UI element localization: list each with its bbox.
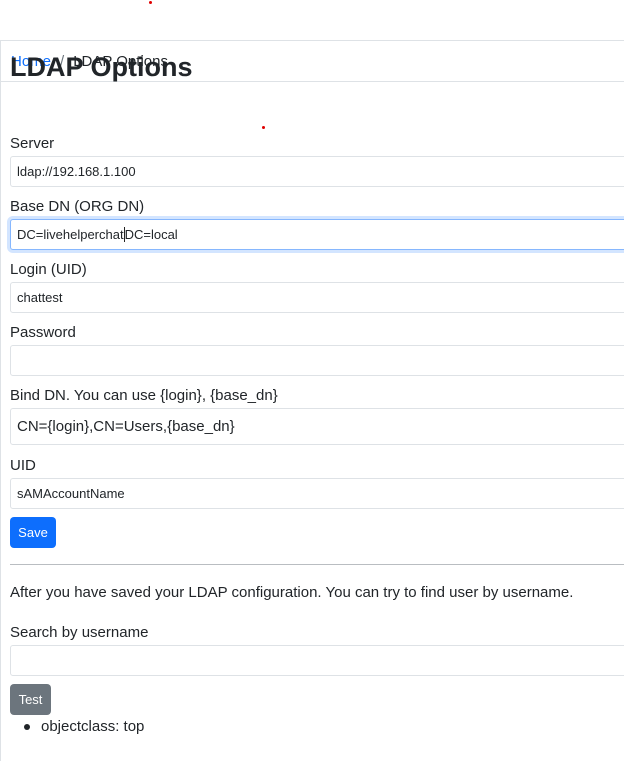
server-label: Server — [10, 135, 55, 152]
search-input[interactable] — [10, 645, 624, 676]
login-input[interactable]: chattest — [10, 282, 624, 313]
bullet-icon — [24, 724, 30, 730]
page-title: LDAP Options — [10, 52, 193, 82]
divider — [10, 564, 624, 565]
search-info-text: After you have saved your LDAP configura… — [10, 584, 574, 601]
login-label: Login (UID) — [10, 261, 87, 278]
bind-dn-label: Bind DN. You can use {login}, {base_dn} — [10, 387, 278, 404]
result-list: objectclass: top — [10, 715, 144, 739]
uid-input[interactable]: sAMAccountName — [10, 478, 624, 509]
base-dn-value-start: DC=livehelperchat — [17, 227, 124, 242]
save-button[interactable]: Save — [10, 517, 56, 548]
password-input[interactable] — [10, 345, 624, 376]
bind-dn-input[interactable]: CN={login},CN=Users,{base_dn} — [10, 408, 624, 445]
test-button[interactable]: Test — [10, 684, 51, 715]
marker-dot — [149, 1, 152, 4]
search-label: Search by username — [10, 624, 149, 641]
list-item: objectclass: top — [10, 715, 144, 739]
server-input[interactable]: ldap://192.168.1.100 — [10, 156, 624, 187]
base-dn-input[interactable]: DC=livehelperchatDC=local — [10, 219, 624, 250]
base-dn-value-end: DC=local — [124, 227, 178, 242]
password-label: Password — [10, 324, 76, 341]
base-dn-label: Base DN (ORG DN) — [10, 198, 145, 215]
uid-label: UID — [10, 457, 36, 474]
result-text: objectclass: top — [41, 718, 145, 735]
